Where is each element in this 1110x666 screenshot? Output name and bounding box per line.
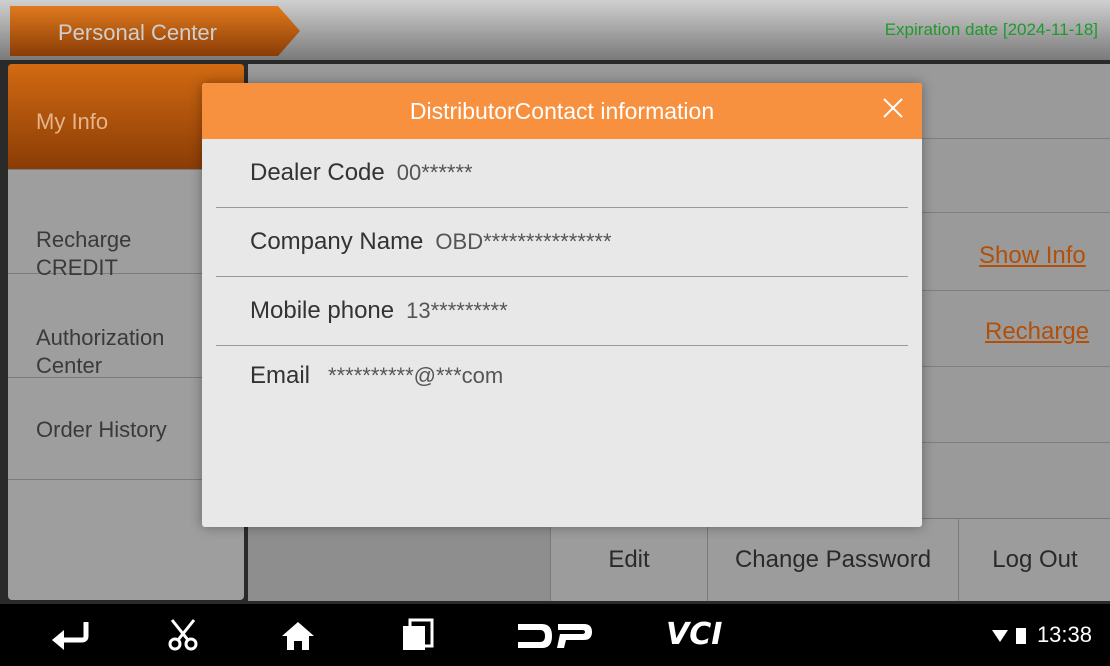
dealer-code-row: Dealer Code 00****** bbox=[216, 139, 908, 208]
mobile-phone-value: 13********* bbox=[406, 298, 508, 323]
email-value: **********@***com bbox=[328, 363, 504, 388]
top-bar: Personal Center Expiration date [2024-11… bbox=[0, 0, 1110, 60]
home-icon[interactable] bbox=[280, 620, 316, 652]
back-icon[interactable] bbox=[48, 618, 92, 652]
company-name-value: OBD*************** bbox=[435, 229, 612, 254]
email-row: Email **********@***com bbox=[216, 346, 908, 414]
screenshot-scissors-icon[interactable] bbox=[166, 618, 200, 652]
clock: 13:38 bbox=[1036, 622, 1092, 647]
action-bar: Edit Change Password Log Out bbox=[248, 518, 1110, 601]
recent-apps-icon[interactable] bbox=[400, 618, 434, 652]
mobile-phone-row: Mobile phone 13********* bbox=[216, 277, 908, 346]
system-nav-bar: VCI 13:38 bbox=[0, 604, 1110, 666]
vci-icon[interactable]: VCI bbox=[664, 618, 736, 650]
log-out-button[interactable]: Log Out bbox=[958, 519, 1110, 601]
dialog-title: DistributorContact information bbox=[409, 98, 715, 124]
wifi-battery-icon bbox=[992, 628, 1026, 644]
dealer-code-label: Dealer Code bbox=[250, 159, 385, 186]
mobile-phone-label: Mobile phone bbox=[250, 297, 395, 324]
close-icon[interactable] bbox=[880, 95, 906, 121]
change-password-button[interactable]: Change Password bbox=[707, 519, 958, 601]
dialog-header: DistributorContact information bbox=[202, 83, 922, 139]
page-title: Personal Center bbox=[58, 20, 217, 45]
recharge-link[interactable]: Recharge bbox=[985, 318, 1089, 346]
sidebar-item-label: Recharge CREDIT bbox=[36, 227, 132, 280]
sidebar-item-label: Order History bbox=[36, 417, 167, 442]
company-name-label: Company Name bbox=[250, 228, 424, 255]
show-info-link[interactable]: Show Info bbox=[979, 242, 1086, 270]
email-label: Email bbox=[250, 362, 311, 389]
svg-text:VCI: VCI bbox=[666, 618, 722, 650]
expiration-date: Expiration date [2024-11-18] bbox=[884, 20, 1098, 39]
distributor-contact-dialog: DistributorContact information Dealer Co… bbox=[202, 83, 922, 527]
dealer-code-value: 00****** bbox=[396, 160, 473, 185]
personal-center-tab: Personal Center bbox=[10, 6, 300, 56]
sidebar-item-label: My Info bbox=[36, 109, 109, 134]
dp-icon[interactable] bbox=[518, 622, 592, 650]
sidebar-item-label: Authorization Center bbox=[36, 325, 165, 378]
edit-button[interactable]: Edit bbox=[550, 519, 707, 601]
company-name-row: Company Name OBD*************** bbox=[216, 208, 908, 277]
